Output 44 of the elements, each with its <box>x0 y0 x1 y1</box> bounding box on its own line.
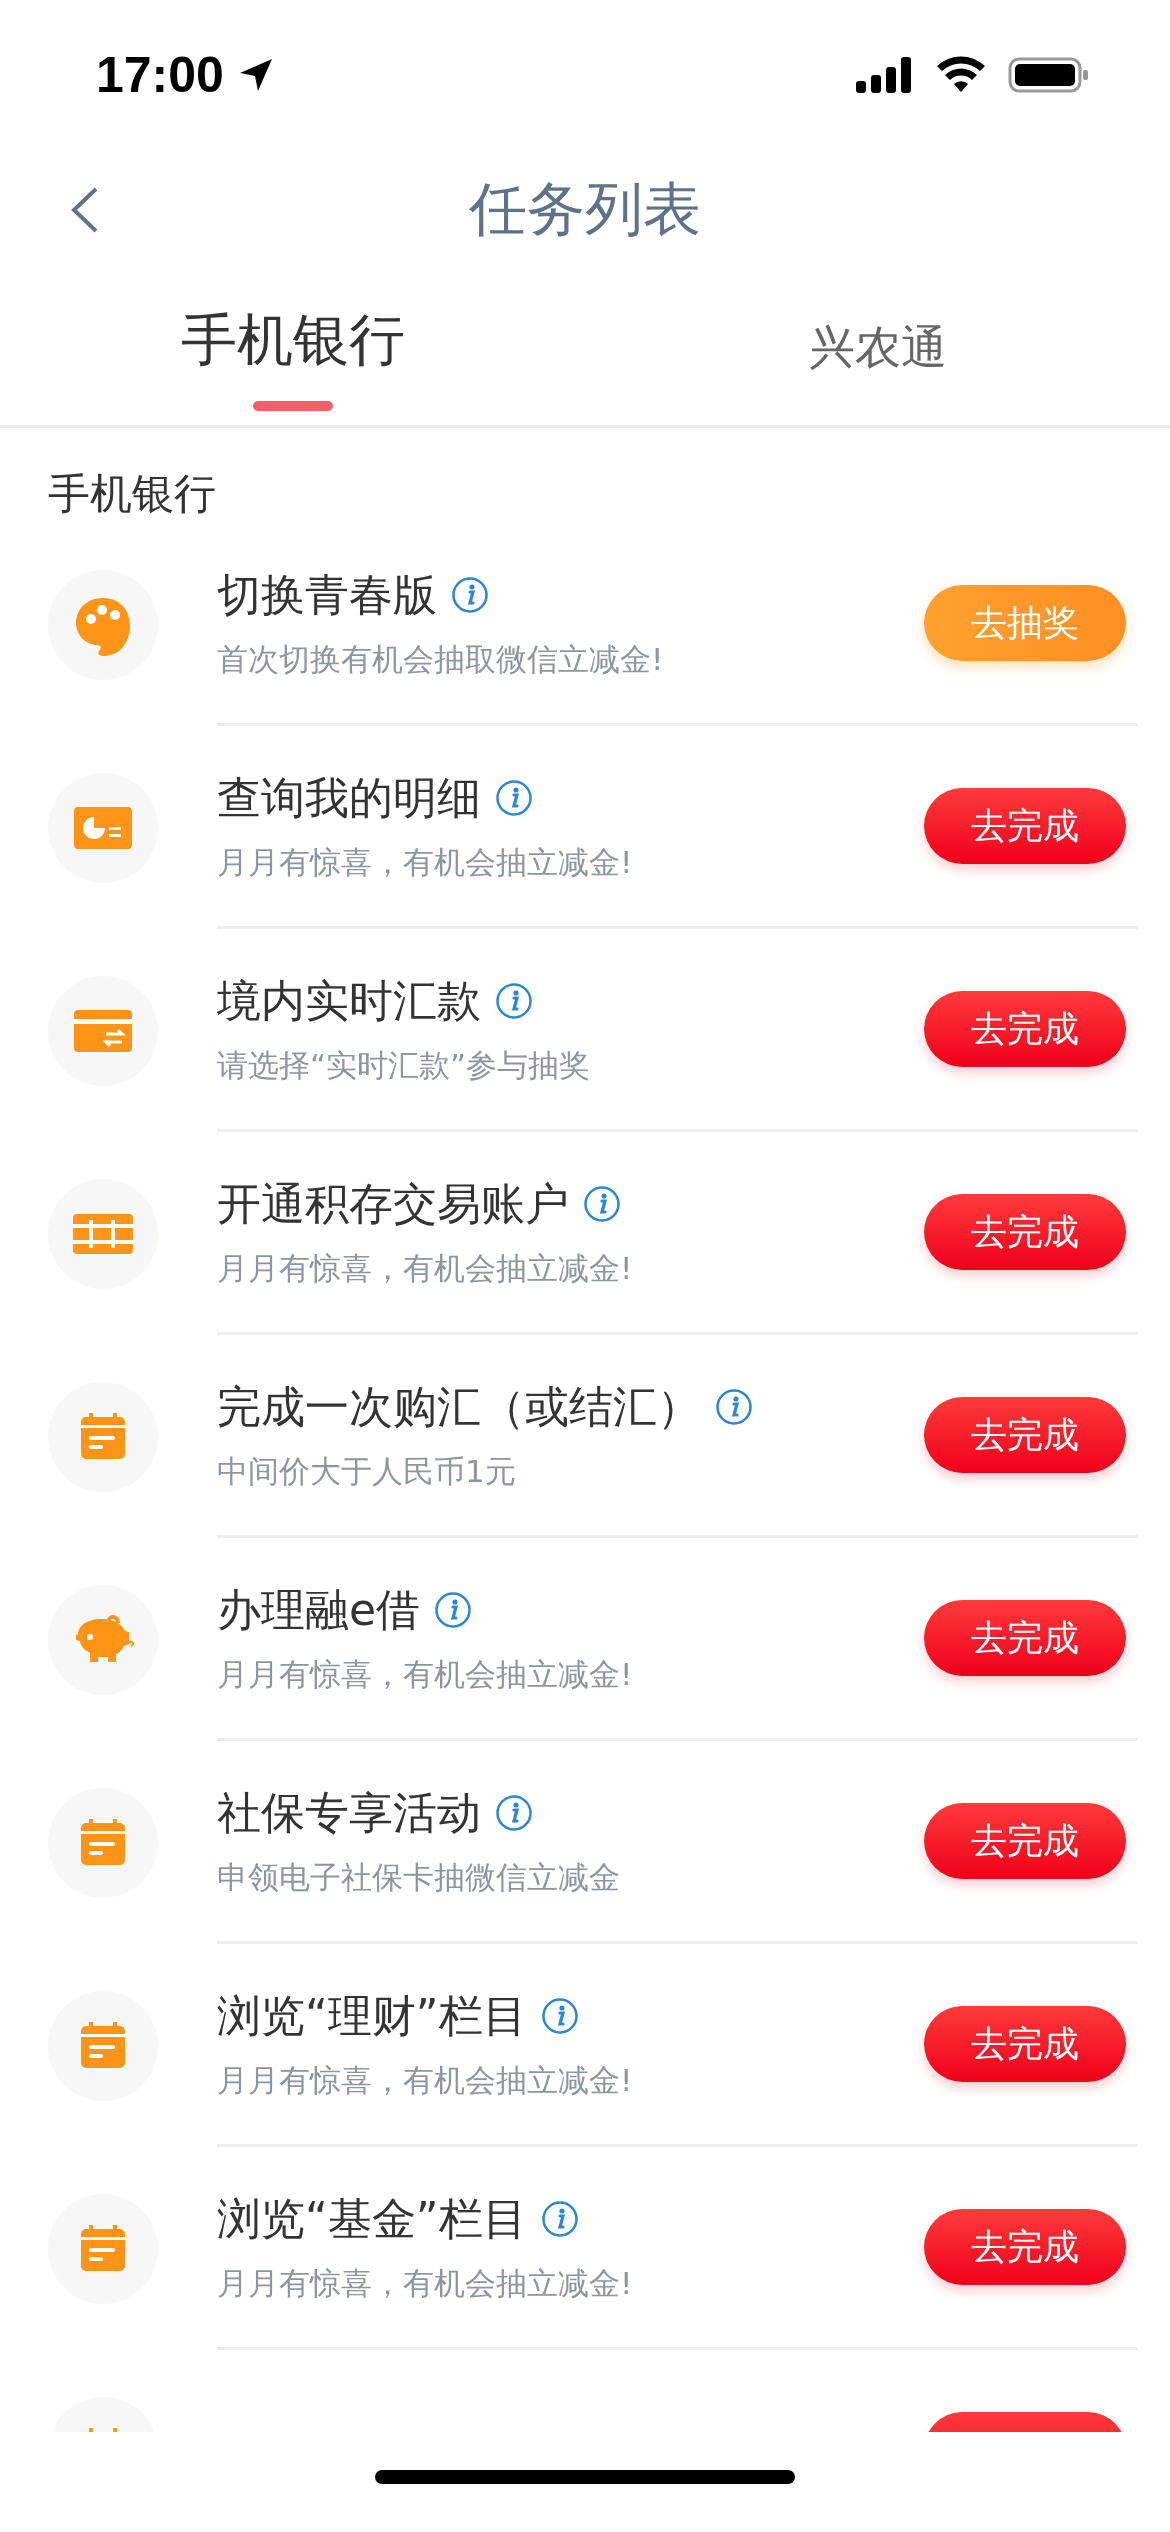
task-button[interactable]: 去完成 <box>924 1803 1126 1879</box>
info-icon[interactable] <box>540 2200 579 2238</box>
info-icon[interactable] <box>540 1997 579 2035</box>
task-button[interactable]: 去完成 <box>924 1600 1126 1676</box>
task-button[interactable]: 去完成 <box>924 2006 1126 2082</box>
task-title: 查询我的明细 <box>217 770 481 825</box>
task-button[interactable]: 去完成 <box>924 1397 1126 1473</box>
task-button[interactable]: 去完成 <box>924 788 1126 864</box>
task-description: 月月有惊喜，有机会抽立减金! <box>217 2060 634 2100</box>
task-title: 社保专享活动 <box>217 1785 481 1840</box>
task-title: 切换青春版 <box>217 567 437 622</box>
battery-icon <box>1008 55 1090 95</box>
status-time: 17:00 <box>96 46 224 104</box>
task-title: 办理融e借 <box>217 1582 421 1637</box>
task-title: 境内实时汇款 <box>217 973 481 1028</box>
task-description: 月月有惊喜，有机会抽立减金! <box>217 842 634 882</box>
signal-icon <box>856 55 914 95</box>
wifi-icon <box>936 56 986 94</box>
info-icon[interactable] <box>451 576 489 614</box>
info-icon[interactable] <box>495 779 533 817</box>
task-description: 月月有惊喜，有机会抽立减金! <box>217 1248 634 1288</box>
task-button[interactable]: 去完成 <box>924 2209 1126 2285</box>
info-icon[interactable] <box>583 1185 621 1223</box>
task-description: 月月有惊喜，有机会抽立减金! <box>217 2263 634 2303</box>
task-description: 申领电子社保卡抽微信立减金 <box>217 1857 621 1897</box>
task-description: 请选择“实时汇款”参与抽奖 <box>217 1045 592 1085</box>
info-icon[interactable] <box>715 1388 753 1426</box>
task-description: 中间价大于人民币1元 <box>217 1451 517 1491</box>
task-description: 月月有惊喜，有机会抽立减金! <box>217 1654 634 1694</box>
task-description: 首次切换有机会抽取微信立减金! <box>217 639 665 679</box>
task-button[interactable]: 去完成 <box>924 1194 1126 1270</box>
task-button[interactable]: 去抽奖 <box>924 585 1126 661</box>
task-title: 完成一次购汇（或结汇） <box>217 1379 701 1434</box>
info-icon[interactable] <box>434 1591 473 1629</box>
task-title: 浏览“理财”栏目 <box>217 1988 527 2043</box>
info-icon[interactable] <box>495 982 533 1020</box>
tab[interactable]: 手机银行 <box>0 270 585 425</box>
task-button[interactable]: 去完成 <box>924 991 1126 1067</box>
task-title: 开通积存交易账户 <box>217 1176 569 1231</box>
info-icon[interactable] <box>495 1794 533 1832</box>
tab[interactable]: 兴农通 <box>585 270 1170 425</box>
page-title: 任务列表 <box>469 174 701 245</box>
task-title: 浏览“基金”栏目 <box>217 2191 527 2246</box>
section-title: 手机银行 <box>47 468 217 520</box>
